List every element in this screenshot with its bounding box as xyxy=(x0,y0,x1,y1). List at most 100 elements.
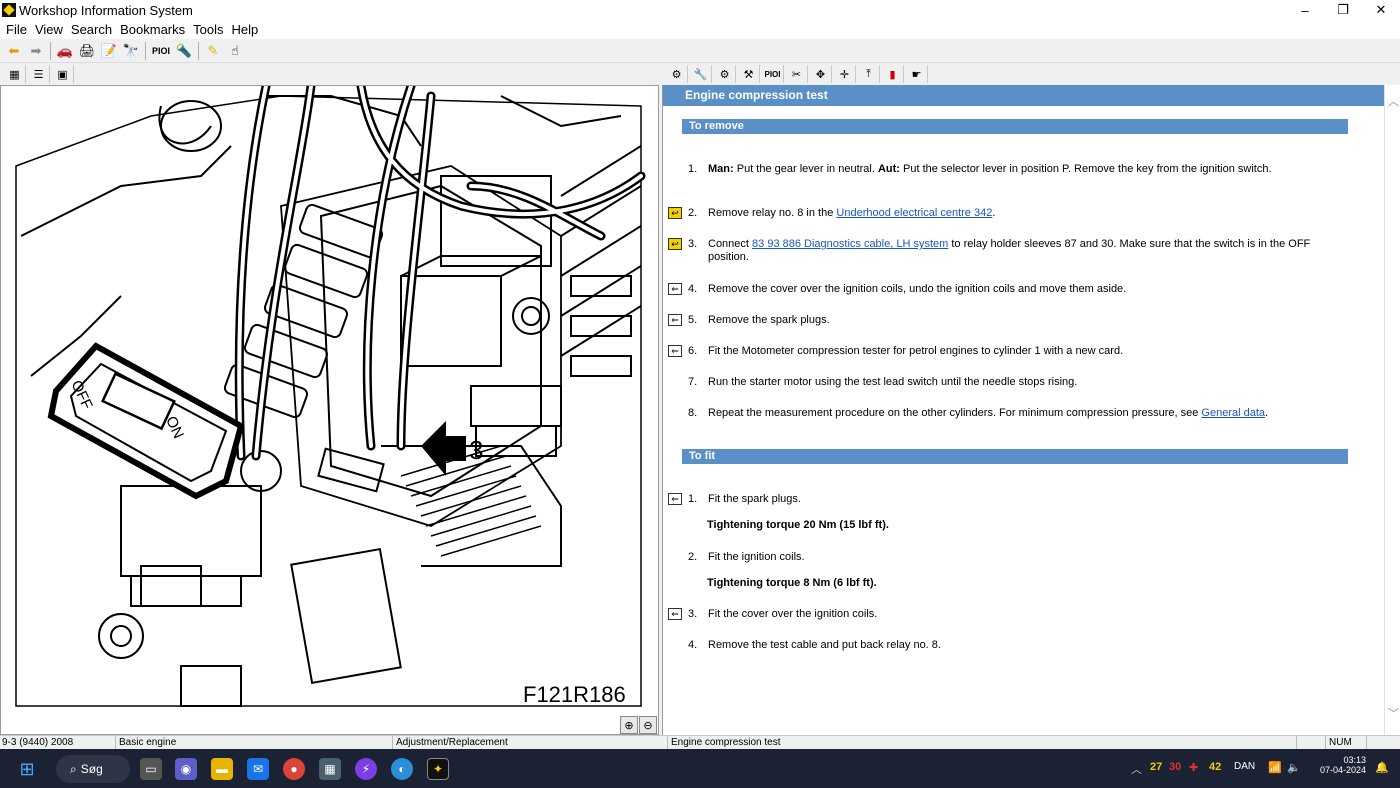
engine-icon[interactable]: ⚙ xyxy=(666,65,688,83)
gears-icon[interactable]: ⚙ xyxy=(714,65,736,83)
title-bar: Workshop Information System – ❐ ✕ xyxy=(0,0,1400,20)
list-view-icon[interactable]: ☰ xyxy=(28,65,50,83)
zoom-in-icon[interactable]: ⊕ xyxy=(620,716,638,734)
underhood-electrical-centre-link[interactable]: Underhood electrical centre 342 xyxy=(836,207,992,219)
list-item: ↩ 3. Connect 83 93 886 Diagnostics cable,… xyxy=(668,238,1348,264)
wrench-icon[interactable]: 🔧 xyxy=(690,65,712,83)
hand-tool-icon[interactable]: ☛ xyxy=(906,65,928,83)
pio-tab-button[interactable]: PIOI xyxy=(762,65,784,83)
status-document: Engine compression test xyxy=(669,736,1297,749)
status-numlock: NUM xyxy=(1327,736,1367,749)
move-icon[interactable]: ✛ xyxy=(834,65,856,83)
chrome-icon[interactable]: ● xyxy=(283,758,305,780)
pointer-hand-icon[interactable]: ☝ xyxy=(225,41,245,61)
reference-arrow-icon[interactable]: ⇐ xyxy=(668,314,682,326)
list-item: 8. Repeat the measurement procedure on t… xyxy=(688,407,1269,419)
forward-arrow-icon[interactable]: ➡ xyxy=(26,41,46,61)
status-group: Basic engine xyxy=(117,736,393,749)
clock-date: 07-04-2024 xyxy=(1319,765,1366,775)
callout-number: 3 xyxy=(469,435,483,465)
scroll-down-icon[interactable]: ﹀ xyxy=(1388,705,1399,721)
toolbar-divider xyxy=(198,42,199,60)
info-arrow-icon[interactable]: ↩ xyxy=(668,207,682,219)
menu-view[interactable]: View xyxy=(31,22,67,37)
scroll-up-icon[interactable]: ︿ xyxy=(1388,93,1399,109)
tray-value-1[interactable]: 27 xyxy=(1150,761,1162,773)
test-switch xyxy=(47,342,245,500)
vertical-scrollbar[interactable]: ︿ ﹀ xyxy=(1384,85,1400,735)
teams-chat-icon[interactable]: ◉ xyxy=(175,758,197,780)
diagnostics-cable-link[interactable]: 83 93 886 Diagnostics cable, LH system xyxy=(752,238,948,250)
list-item: ↩ 2. Remove relay no. 8 in the Underhood … xyxy=(668,207,1348,220)
tree-view-icon[interactable]: ▦ xyxy=(4,65,26,83)
reference-arrow-icon[interactable]: ⇐ xyxy=(668,283,682,295)
tray-expand-icon[interactable]: ︿ xyxy=(1131,761,1142,777)
car-icon[interactable]: 🚗 xyxy=(55,41,75,61)
document-toolbar: ⚙ 🔧 ⚙ ⚒ PIOI ✂ ✥ ✛ ⤒ ▮ ☛ xyxy=(666,64,928,84)
zoom-out-icon[interactable]: ⊖ xyxy=(639,716,657,734)
menu-tools[interactable]: Tools xyxy=(189,22,227,37)
binoculars-icon[interactable]: 🔭 xyxy=(121,41,141,61)
language-indicator[interactable]: DAN xyxy=(1234,761,1255,772)
task-view-icon[interactable]: ▭ xyxy=(140,758,162,780)
mail-icon[interactable]: ✉ xyxy=(247,758,269,780)
lift-icon[interactable]: ⤒ xyxy=(858,65,880,83)
reference-arrow-icon[interactable]: ⇐ xyxy=(668,493,682,505)
image-view-icon[interactable]: ▣ xyxy=(52,65,74,83)
section-header-remove: To remove xyxy=(682,119,1348,134)
clock[interactable]: 03:13 07-04-2024 xyxy=(1314,755,1366,775)
document-title: Engine compression test xyxy=(663,85,1385,106)
status-model: 9-3 (9440) 2008 xyxy=(0,736,116,749)
messenger-icon[interactable]: ⚡ xyxy=(355,758,377,780)
app-globe-icon[interactable]: ◐ xyxy=(391,758,413,780)
close-button[interactable]: ✕ xyxy=(1362,0,1400,20)
workshop-app-icon[interactable]: ✦ xyxy=(427,758,449,780)
list-item: ⇐ 4. Remove the cover over the ignition c… xyxy=(668,283,1348,296)
adjust-icon[interactable]: ✥ xyxy=(810,65,832,83)
list-item: 1. Man: Put the gear lever in neutral. A… xyxy=(688,163,1272,175)
torque-spec: Tightening torque 20 Nm (15 lbf ft). xyxy=(707,519,889,531)
minimize-button[interactable]: – xyxy=(1286,0,1324,20)
document-pane: Engine compression test ︿ ﹀ To remove 1.… xyxy=(662,85,1400,735)
back-arrow-icon[interactable]: ⬅ xyxy=(4,41,24,61)
tray-value-2[interactable]: 30 xyxy=(1169,761,1181,773)
section-header-fit: To fit xyxy=(682,449,1348,464)
general-data-link[interactable]: General data xyxy=(1201,407,1265,419)
status-bar: 9-3 (9440) 2008 Basic engine Adjustment/… xyxy=(0,735,1400,749)
pio-button[interactable]: PIOI xyxy=(150,41,172,61)
list-item: 2. Fit the ignition coils. xyxy=(688,551,805,563)
notification-bell-icon[interactable]: 🔔 xyxy=(1375,761,1389,774)
file-explorer-icon[interactable]: ▬ xyxy=(211,758,233,780)
highlighter-icon[interactable]: ✎ xyxy=(203,41,223,61)
reference-arrow-icon[interactable]: ⇐ xyxy=(668,345,682,357)
list-item: 4. Remove the test cable and put back re… xyxy=(688,639,941,651)
document-edit-icon[interactable]: 📝 xyxy=(99,41,119,61)
illustration-pane: OFF ON 3 F121R186 ⊕ ⊖ xyxy=(0,85,659,735)
info-arrow-icon[interactable]: ↩ xyxy=(668,238,682,250)
calculator-icon[interactable]: ▦ xyxy=(319,758,341,780)
tools-icon[interactable]: ✂ xyxy=(786,65,808,83)
lamp-icon[interactable]: 🔦 xyxy=(174,41,194,61)
fuse-icon[interactable]: ▮ xyxy=(882,65,904,83)
wifi-icon[interactable]: 📶 xyxy=(1268,761,1282,774)
component-icon[interactable]: ⚒ xyxy=(738,65,760,83)
windows-start-icon[interactable]: ⊞ xyxy=(16,758,38,780)
maximize-button[interactable]: ❐ xyxy=(1324,0,1362,20)
status-empty xyxy=(1298,736,1326,749)
taskbar-search[interactable]: ⌕ Søg xyxy=(56,755,130,783)
toolbar-divider xyxy=(50,42,51,60)
menu-help[interactable]: Help xyxy=(228,22,263,37)
tray-value-3[interactable]: 42 xyxy=(1209,761,1221,773)
print-icon[interactable]: 🖨 xyxy=(77,41,97,61)
volume-icon[interactable]: 🔈 xyxy=(1287,761,1301,774)
figure-label: F121R186 xyxy=(523,682,626,707)
list-item: ⇐ 3. Fit the cover over the ignition coil… xyxy=(668,608,1348,621)
search-label: Søg xyxy=(80,762,103,776)
tray-app-icon[interactable]: ✚ xyxy=(1189,761,1198,774)
menu-file[interactable]: File xyxy=(2,22,31,37)
reference-arrow-icon[interactable]: ⇐ xyxy=(668,608,682,620)
menu-bookmarks[interactable]: Bookmarks xyxy=(116,22,189,37)
app-logo-icon xyxy=(2,3,16,17)
menu-search[interactable]: Search xyxy=(67,22,116,37)
clock-time: 03:13 xyxy=(1343,755,1366,765)
